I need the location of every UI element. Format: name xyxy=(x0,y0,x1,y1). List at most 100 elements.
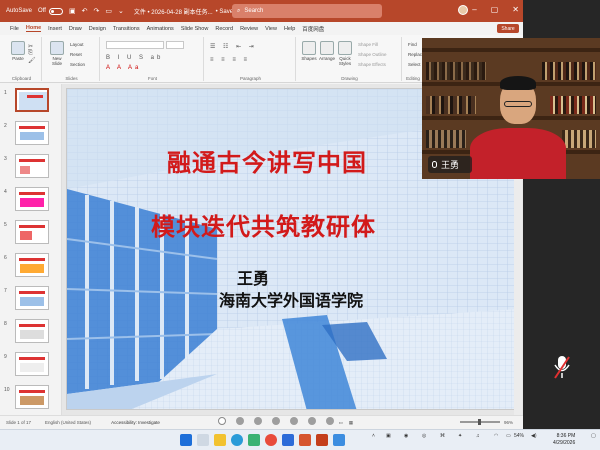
pager-dot[interactable] xyxy=(236,417,244,425)
slide-thumbnail-2[interactable] xyxy=(15,121,49,145)
battery-icon[interactable]: ▭ xyxy=(506,433,511,439)
align-icons[interactable]: ≡ ≡ ≡ ≡ xyxy=(210,57,250,63)
tab-review[interactable]: Review xyxy=(240,26,258,32)
tab-draw[interactable]: Draw xyxy=(69,26,82,32)
wps-icon[interactable] xyxy=(299,434,311,446)
font-format-icons[interactable]: B I U S ab xyxy=(106,55,163,61)
tab-slide-show[interactable]: Slide Show xyxy=(181,26,209,32)
system-clock[interactable]: 8:36 PM 4/29/2026 xyxy=(553,433,575,447)
font-group: B I U S ab A A Aa Font xyxy=(102,37,204,81)
wifi-icon[interactable]: ◠ xyxy=(494,433,498,439)
slide-thumbnails-pane[interactable]: 1 2 3 4 5 6 7 8 9 10 xyxy=(0,84,62,415)
slide-thumbnail-10[interactable] xyxy=(15,385,49,409)
slide-thumbnail-8[interactable] xyxy=(15,319,49,343)
slide-thumbnail-1[interactable] xyxy=(15,88,49,112)
shapes-button[interactable]: Shapes xyxy=(300,41,318,61)
shape-outline-button[interactable]: Shape Outline xyxy=(358,52,387,57)
layout-button[interactable]: Layout xyxy=(70,42,84,47)
slide-author[interactable]: 王勇 xyxy=(237,265,269,289)
user-avatar[interactable] xyxy=(458,5,468,15)
tray-chevron-icon[interactable]: ˄ xyxy=(372,433,375,439)
slide-title-line-2[interactable]: 模块迭代共筑教研体 xyxy=(151,207,441,242)
muted-microphone-icon[interactable] xyxy=(553,354,571,380)
tray-app-icon[interactable]: ⌘ xyxy=(440,433,445,439)
new-slide-button[interactable]: New Slide xyxy=(48,41,66,66)
customize-icon[interactable]: ⌄ xyxy=(118,7,124,15)
pager-dot[interactable] xyxy=(254,417,262,425)
save-icon[interactable]: ▣ xyxy=(69,7,76,15)
file-explorer-icon[interactable] xyxy=(214,434,226,446)
select-button[interactable]: Select xyxy=(408,62,421,67)
redo-icon[interactable]: ↷ xyxy=(93,7,99,15)
section-button[interactable]: Section xyxy=(70,62,85,67)
chrome-icon[interactable] xyxy=(265,434,277,446)
tab-record[interactable]: Record xyxy=(215,26,233,32)
undo-icon[interactable]: ↶ xyxy=(82,7,88,15)
slide-institution[interactable]: 海南大学外国语学院 xyxy=(219,287,363,311)
thumbnail-title-bar xyxy=(19,324,45,327)
maximize-icon[interactable]: ▢ xyxy=(491,5,499,14)
language-status[interactable]: English (United States) xyxy=(45,420,91,425)
font-color-icons[interactable]: A A Aa xyxy=(106,65,141,71)
quick-styles-button[interactable]: Quick Styles xyxy=(336,41,354,66)
close-icon[interactable]: ✕ xyxy=(512,5,519,14)
list-icons[interactable]: ☰ ☷ ⇤ ⇥ xyxy=(210,43,257,50)
pager-dot[interactable] xyxy=(218,417,226,425)
shape-fill-button[interactable]: Shape Fill xyxy=(358,42,378,47)
start-icon[interactable] xyxy=(180,434,192,446)
edge-icon[interactable] xyxy=(231,434,243,446)
powerpoint-icon[interactable] xyxy=(316,434,328,446)
tab-insert[interactable]: Insert xyxy=(48,26,62,32)
search-box[interactable]: ⌕ Search xyxy=(232,4,382,18)
sorter-view-icon[interactable]: ▦ xyxy=(349,420,353,426)
slide-thumbnail-7[interactable] xyxy=(15,286,49,310)
tray-app-icon[interactable]: ◉ xyxy=(404,433,408,439)
clipboard-small-icons[interactable]: ✂ ⎘ 🖌 xyxy=(28,43,39,64)
tray-app-icon[interactable]: ✦ xyxy=(458,433,462,439)
minimize-icon[interactable]: – xyxy=(472,5,476,14)
zoom-level[interactable]: 96% xyxy=(504,420,513,425)
normal-view-icon[interactable]: ▭ xyxy=(338,420,342,426)
tray-app-icon[interactable]: ♫ xyxy=(476,433,480,439)
tab-home[interactable]: Home xyxy=(25,25,42,32)
tab-file[interactable]: File xyxy=(10,26,19,32)
word-icon[interactable] xyxy=(282,434,294,446)
tab-transitions[interactable]: Transitions xyxy=(113,26,140,32)
tray-app-icon[interactable]: ▣ xyxy=(386,433,391,439)
font-size-combo[interactable] xyxy=(166,41,184,49)
pager-dot[interactable] xyxy=(290,417,298,425)
task-view-icon[interactable] xyxy=(197,434,209,446)
pager-dot[interactable] xyxy=(272,417,280,425)
tab-design[interactable]: Design xyxy=(89,26,106,32)
slide-thumbnail-9[interactable] xyxy=(15,352,49,376)
find-button[interactable]: Find xyxy=(408,42,417,47)
bookshelf xyxy=(422,48,600,52)
share-button[interactable]: Share xyxy=(497,24,519,33)
arrange-button[interactable]: Arrange xyxy=(318,41,336,61)
reset-button[interactable]: Reset xyxy=(70,52,82,57)
slide-thumbnail-6[interactable] xyxy=(15,253,49,277)
meeting-app-icon[interactable] xyxy=(333,434,345,446)
tab-animations[interactable]: Animations xyxy=(147,26,174,32)
tab-view[interactable]: View xyxy=(265,26,277,32)
accessibility-status[interactable]: Accessibility: Investigate xyxy=(111,420,160,425)
slide-thumbnail-4[interactable] xyxy=(15,187,49,211)
tab-baidu-netdisk[interactable]: 百度网盘 xyxy=(302,25,324,33)
font-family-combo[interactable] xyxy=(106,41,164,49)
volume-icon[interactable]: ◀) xyxy=(531,433,537,439)
zoom-slider[interactable] xyxy=(460,419,500,425)
slide-title-line-1[interactable]: 融通古今讲写中国 xyxy=(167,143,427,178)
tray-app-icon[interactable]: ◎ xyxy=(422,433,426,439)
paste-button[interactable]: Paste xyxy=(8,41,28,61)
pager-dot[interactable] xyxy=(326,417,334,425)
app-icon[interactable] xyxy=(248,434,260,446)
present-icon[interactable]: ▭ xyxy=(105,7,112,15)
slide-thumbnail-3[interactable] xyxy=(15,154,49,178)
toggle-switch-icon[interactable] xyxy=(48,7,63,15)
notification-icon[interactable]: ▢ xyxy=(591,433,596,439)
pager-dot[interactable] xyxy=(308,417,316,425)
shape-effects-button[interactable]: Shape Effects xyxy=(358,62,386,67)
slide-thumbnail-5[interactable] xyxy=(15,220,49,244)
autosave-toggle[interactable]: Off xyxy=(38,7,63,15)
tab-help[interactable]: Help xyxy=(284,26,295,32)
